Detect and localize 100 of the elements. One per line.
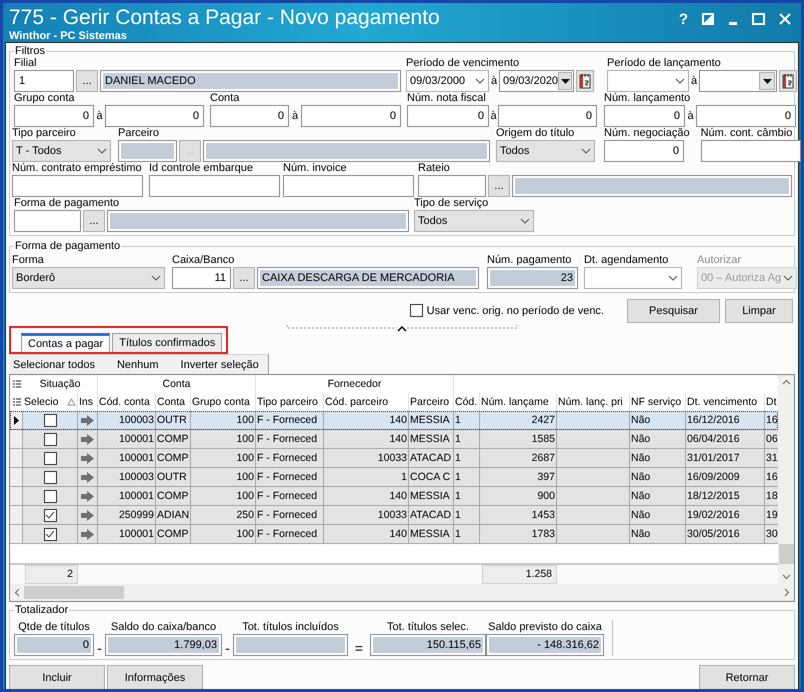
table-cell: 1	[454, 487, 480, 505]
arrow-right-icon[interactable]	[81, 414, 94, 426]
footer-button[interactable]: Informações	[107, 665, 203, 689]
toolbar-button[interactable]: Selecionar todos	[9, 356, 95, 374]
help-button[interactable]: ?	[678, 10, 688, 28]
tab[interactable]: Contas a pagar	[21, 333, 110, 352]
table-row[interactable]: 250999 ADIAN 250 F - Forneced 10033 ATACAD 1 1453 Não 19/02/2016 19	[10, 506, 778, 525]
footer-button[interactable]: Incluir	[9, 665, 105, 689]
table-cell: Não	[630, 449, 686, 467]
scrollbar-thumb[interactable]	[778, 544, 794, 564]
row-header-cell[interactable]	[10, 468, 23, 486]
dropdown[interactable]: 09/03/2000	[406, 70, 489, 92]
readonly-field[interactable]: 150.115,65	[370, 634, 486, 656]
input-field[interactable]: 0	[696, 105, 796, 127]
checkbox[interactable]	[44, 452, 56, 464]
splitter-handle[interactable]	[286, 324, 518, 332]
checkbox[interactable]	[44, 508, 56, 522]
date-field[interactable]	[699, 70, 777, 92]
list-icon[interactable]	[12, 398, 20, 406]
input-field[interactable]: 0	[301, 105, 401, 127]
input-field[interactable]: 0	[407, 105, 489, 127]
table-row[interactable]: 100001 COMP 100 F - Forneced 10033 ATACAD 1 2687 Não 31/01/2017 31	[10, 449, 778, 468]
readonly-field[interactable]: 23	[487, 267, 578, 289]
checkbox[interactable]	[44, 470, 56, 484]
tab[interactable]: Títulos confirmados	[112, 333, 222, 352]
row-header-cell[interactable]	[10, 487, 23, 505]
dropdown[interactable]	[584, 267, 682, 289]
vertical-scrollbar[interactable]	[778, 375, 794, 584]
scroll-left-icon[interactable]	[14, 588, 20, 597]
row-header-cell[interactable]	[10, 506, 23, 524]
lookup-button[interactable]: ...	[76, 70, 98, 92]
dropdown[interactable]: T - Todos	[12, 140, 111, 162]
lookup-button[interactable]: ...	[488, 175, 510, 197]
calendar-button[interactable]	[576, 70, 594, 92]
row-header-cell[interactable]	[10, 430, 23, 448]
table-row[interactable]: 100001 COMP 100 F - Forneced 140 MESSIA 1 900 Não 18/12/2015 18	[10, 487, 778, 506]
dropdown[interactable]: Todos	[496, 140, 595, 162]
maximize-icon[interactable]	[752, 13, 765, 25]
field-label: Conta	[210, 92, 240, 105]
table-row[interactable]: 100001 COMP 100 F - Forneced 140 MESSIA 1 1783 Não 30/05/2016 30	[10, 525, 778, 544]
checkbox[interactable]	[44, 432, 56, 446]
input-field[interactable]	[149, 175, 280, 197]
close-icon[interactable]	[779, 13, 791, 25]
footer-button[interactable]: Retornar	[699, 665, 795, 689]
input-field[interactable]: 0	[105, 105, 204, 127]
checkbox[interactable]	[44, 490, 56, 502]
scroll-right-icon[interactable]	[784, 588, 790, 597]
arrow-right-icon[interactable]	[81, 528, 94, 540]
toolbar-button[interactable]: Nenhum	[112, 356, 159, 374]
half-square-icon[interactable]	[702, 13, 714, 25]
input-field[interactable]	[12, 175, 143, 197]
horizontal-scrollbar[interactable]	[10, 584, 794, 601]
calendar-icon	[579, 73, 591, 89]
checkbox[interactable]	[410, 304, 423, 317]
field-label: Núm. cont. câmbio	[700, 127, 794, 140]
input-field[interactable]: 0	[604, 105, 685, 127]
dropdown[interactable]	[607, 70, 689, 92]
input-field[interactable]	[700, 140, 801, 162]
input-field[interactable]	[14, 210, 81, 232]
arrow-right-icon[interactable]	[81, 434, 94, 444]
action-button[interactable]: Pesquisar	[627, 298, 720, 322]
date-field[interactable]: 09/03/2020	[499, 70, 574, 92]
arrow-right-icon[interactable]	[81, 472, 94, 482]
row-header-cell[interactable]	[10, 411, 23, 429]
dropdown-button[interactable]	[759, 72, 775, 90]
readonly-field[interactable]	[233, 634, 348, 656]
arrow-right-icon[interactable]	[81, 510, 94, 520]
list-icon[interactable]	[12, 380, 20, 388]
lookup-button[interactable]: ...	[233, 267, 255, 289]
lookup-button[interactable]: ...	[83, 210, 105, 232]
input-field[interactable]: 1	[14, 70, 74, 92]
table-row[interactable]: 100001 COMP 100 F - Forneced 140 MESSIA 1 1585 Não 06/04/2016 06	[10, 430, 778, 449]
scrollbar-thumb[interactable]	[24, 586, 124, 599]
action-button[interactable]: Limpar	[725, 298, 793, 322]
field-label: Núm. invoice	[283, 162, 348, 175]
input-field[interactable]: 11	[172, 267, 231, 289]
input-field[interactable]: 0	[604, 140, 684, 162]
arrow-right-icon[interactable]	[81, 452, 94, 464]
input-field[interactable]: 0	[210, 105, 289, 127]
input-field[interactable]	[283, 175, 414, 197]
dropdown-button[interactable]	[558, 72, 572, 90]
readonly-field[interactable]: 1.799,03	[105, 634, 222, 656]
toolbar-button[interactable]: Inverter seleção	[176, 356, 259, 374]
row-header-cell[interactable]	[10, 525, 23, 543]
readonly-field[interactable]: - 148.316,62	[486, 634, 604, 656]
readonly-field[interactable]: 0	[14, 634, 94, 656]
table-row[interactable]: 100003 OUTR 100 F - Forneced 140 MESSIA 1 2427 Não 16/12/2016 16	[10, 411, 778, 430]
dropdown[interactable]: Todos	[414, 210, 534, 232]
scroll-up-icon[interactable]	[782, 379, 791, 385]
checkbox[interactable]	[44, 414, 56, 426]
calendar-button[interactable]	[779, 70, 797, 92]
scroll-down-icon[interactable]	[782, 574, 791, 580]
checkbox[interactable]	[44, 528, 56, 540]
input-field[interactable]: 0	[498, 105, 597, 127]
dropdown[interactable]: Borderô	[12, 267, 165, 289]
input-field[interactable]: 0	[14, 105, 94, 127]
arrow-right-icon[interactable]	[81, 490, 94, 502]
table-row[interactable]: 100003 OUTR 100 F - Forneced 1 COCA C 1 397 Não 16/09/2009 16	[10, 468, 778, 487]
input-field[interactable]	[418, 175, 486, 197]
row-header-cell[interactable]	[10, 449, 23, 467]
